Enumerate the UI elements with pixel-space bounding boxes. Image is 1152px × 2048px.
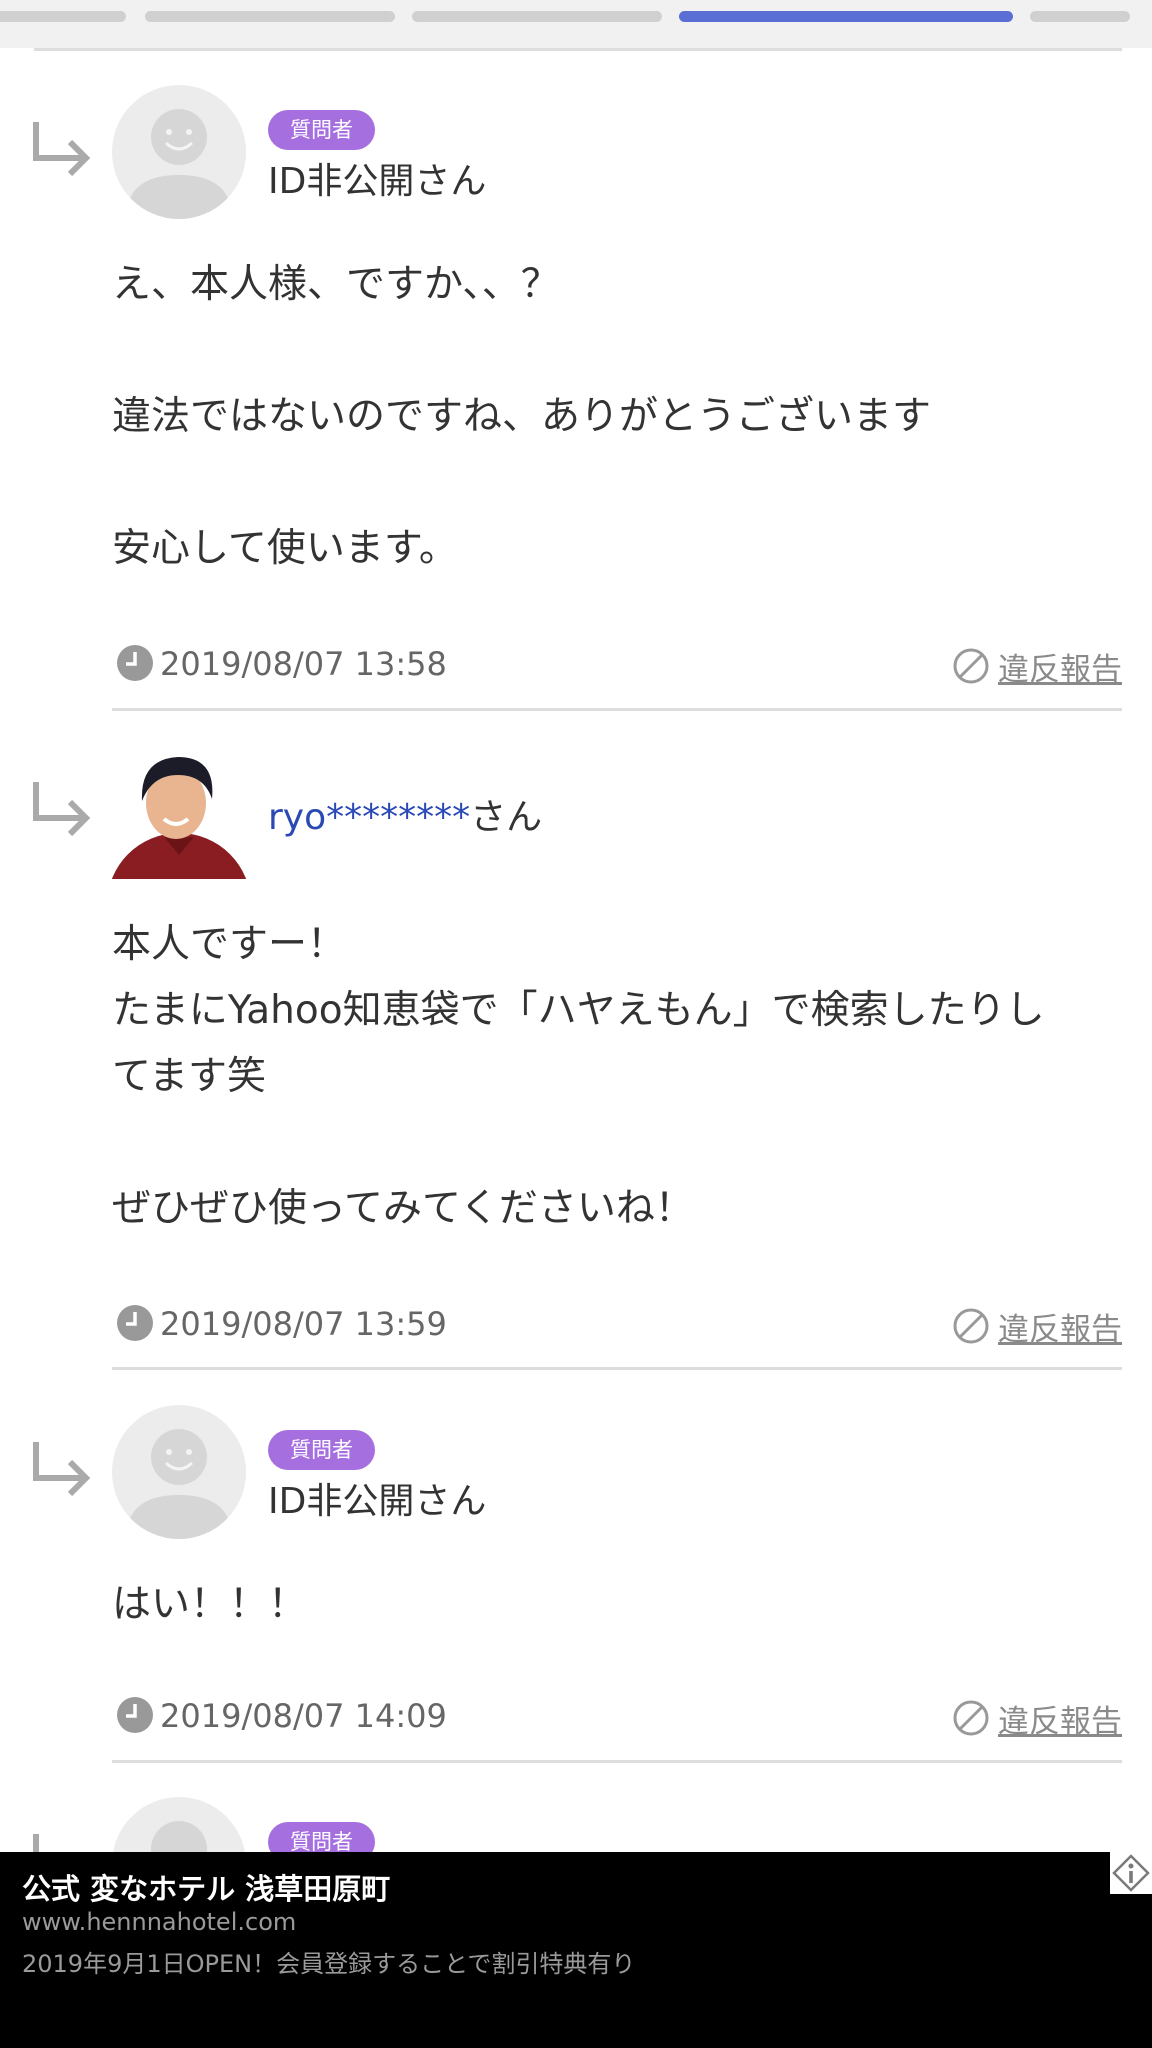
timestamp: 2019/08/07 13:58 xyxy=(160,645,447,683)
user-name[interactable]: ID非公開さん xyxy=(268,152,486,204)
comment-line: はい！！！ xyxy=(112,1582,308,1627)
comment-line: てます笑 xyxy=(112,1054,267,1099)
comment-body: え、本人様、ですか、、？ 違法ではないのですね、ありがとうございます 安心して使… xyxy=(112,252,1112,582)
timestamp: 2019/08/07 14:09 xyxy=(160,1697,447,1735)
comment-line: 本人ですー！ xyxy=(112,922,347,967)
ad-url[interactable]: www.hennnahotel.com xyxy=(22,1908,296,1936)
progress-segment-4-active xyxy=(679,11,1013,22)
avatar-anonymous[interactable] xyxy=(112,85,246,219)
report-link[interactable]: 違反報告 xyxy=(952,644,1122,688)
divider xyxy=(112,1760,1122,1763)
comment-line: ぜひぜひ使ってみてくださいね！ xyxy=(112,1186,694,1231)
comment-line: 安心して使います。 xyxy=(112,526,458,571)
comment-body: 本人ですー！ たまにYahoo知恵袋で「ハヤえもん」で検索したりし てます笑 ぜ… xyxy=(112,912,1112,1242)
comment-meta: 2019/08/07 14:09 違反報告 xyxy=(112,1694,1122,1740)
role-badge-questioner: 質問者 xyxy=(268,1430,375,1470)
report-label[interactable]: 違反報告 xyxy=(998,1696,1122,1741)
divider xyxy=(112,1367,1122,1370)
role-badge-questioner: 質問者 xyxy=(268,110,375,150)
avatar-user-photo[interactable] xyxy=(112,745,246,879)
reply-arrow-icon xyxy=(33,1442,91,1497)
prohibited-icon xyxy=(953,648,989,684)
report-link[interactable]: 違反報告 xyxy=(952,1304,1122,1348)
ad-description: 2019年9月1日OPEN！会員登録することで割引特典有り xyxy=(22,1950,636,1978)
user-id-link[interactable]: ryo******** xyxy=(268,797,470,838)
comment-meta: 2019/08/07 13:58 違反報告 xyxy=(112,642,1122,688)
progress-segment-2 xyxy=(145,11,395,22)
comment-body: はい！！！ xyxy=(112,1572,1112,1638)
page-progress-indicator xyxy=(0,0,1152,48)
clock-icon xyxy=(117,1697,153,1733)
progress-segment-5 xyxy=(1030,11,1130,22)
prohibited-icon xyxy=(953,1700,989,1736)
divider xyxy=(112,708,1122,711)
user-name[interactable]: ID非公開さん xyxy=(268,1472,486,1524)
clock-icon xyxy=(117,1305,153,1341)
comment-meta: 2019/08/07 13:59 違反報告 xyxy=(112,1302,1122,1348)
clock-icon xyxy=(117,645,153,681)
user-name[interactable]: ryo********さん xyxy=(268,788,542,840)
prohibited-icon xyxy=(953,1308,989,1344)
comment-line: たまにYahoo知恵袋で「ハヤえもん」で検索したりし xyxy=(112,988,1045,1033)
ad-title[interactable]: 公式 変なホテル 浅草田原町 xyxy=(22,1866,390,1908)
progress-segment-3 xyxy=(412,11,662,22)
user-name-suffix: さん xyxy=(470,797,543,838)
report-label[interactable]: 違反報告 xyxy=(998,1304,1122,1349)
ad-banner[interactable]: 公式 変なホテル 浅草田原町 www.hennnahotel.com 2019年… xyxy=(0,1852,1152,2048)
comment-line: 違法ではないのですね、ありがとうございます xyxy=(112,394,932,439)
reply-arrow-icon xyxy=(33,782,91,837)
ad-info-icon[interactable] xyxy=(1110,1852,1152,1894)
timestamp: 2019/08/07 13:59 xyxy=(160,1305,447,1343)
avatar-anonymous[interactable] xyxy=(112,1405,246,1539)
comment-line: え、本人様、ですか、、？ xyxy=(112,262,560,307)
reply-arrow-icon xyxy=(33,122,91,177)
report-label[interactable]: 違反報告 xyxy=(998,644,1122,689)
progress-segment-1 xyxy=(0,11,126,22)
report-link[interactable]: 違反報告 xyxy=(952,1696,1122,1740)
divider xyxy=(34,48,1122,51)
